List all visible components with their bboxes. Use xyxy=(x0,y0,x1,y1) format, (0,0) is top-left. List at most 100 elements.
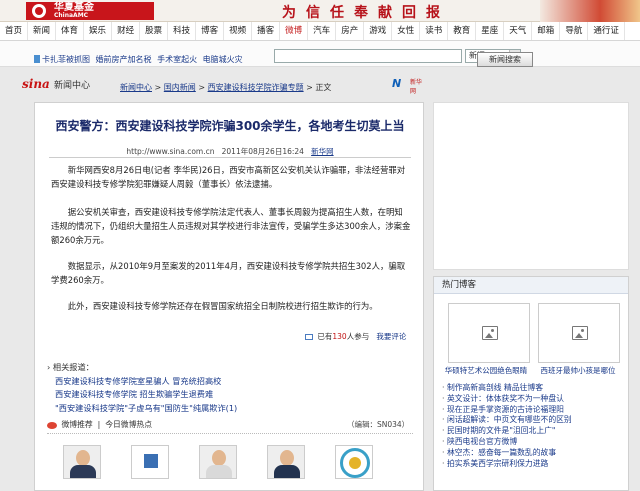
partner-logo-mark: N xyxy=(392,77,402,90)
blog-link[interactable]: 陕西电视台官方微博 xyxy=(442,437,572,448)
nav-item[interactable]: 通行证 xyxy=(588,22,625,40)
avatar[interactable] xyxy=(63,445,101,479)
blog-photo-caption-1[interactable]: 华硕特艺术公园绝色眼睛 xyxy=(438,365,534,376)
blog-link[interactable]: 拍实系美西学宗研利保力进路 xyxy=(442,459,572,470)
related-link-3[interactable]: "西安建设科技学院"子虚乌有"国防生"纯属欺诈(1) xyxy=(47,402,237,416)
top-ad-banner[interactable]: 华夏基金 ChinaAMC 为信任奉献回报 xyxy=(0,0,640,22)
comment-count[interactable]: 130 xyxy=(332,332,346,341)
search-submit-button[interactable]: 新闻搜索 xyxy=(477,52,533,67)
comment-prefix: 已有 xyxy=(317,332,333,341)
blog-link[interactable]: 现在正是手掌资源的古诗论福理阳 xyxy=(442,405,572,416)
hot-link-3[interactable]: 手术室起火 xyxy=(157,55,197,64)
nav-item[interactable]: 导航 xyxy=(560,22,589,40)
hot-links-row: 卡扎菲被抓图 婚前房产加名税 手术室起火 电脑城火灾 xyxy=(42,54,243,65)
related-head: › 相关报道： xyxy=(47,362,94,372)
nav-item[interactable]: 首页 xyxy=(0,22,29,40)
nav-item[interactable]: 读书 xyxy=(420,22,449,40)
hot-link-1[interactable]: 卡扎菲被抓图 xyxy=(42,55,90,64)
nav-item[interactable]: 娱乐 xyxy=(84,22,113,40)
image-placeholder-icon xyxy=(572,326,588,340)
crumb-3[interactable]: 西安建设科技学院诈骗专题 xyxy=(208,83,304,92)
nav-item[interactable]: 视频 xyxy=(224,22,253,40)
blog-link[interactable]: 林空杰：感奋每一篇数乱的故事 xyxy=(442,448,572,459)
nav-item[interactable]: 财经 xyxy=(112,22,141,40)
hot-blogs-panel: 热门博客 华硕特艺术公园绝色眼睛 西班牙最帅小孩是哪位 制作高新高剖线 精品往博… xyxy=(433,276,629,491)
meta-divider xyxy=(49,157,411,158)
nav-item[interactable]: 房产 xyxy=(336,22,365,40)
breadcrumb: 新闻中心 > 国内新闻 > 西安建设科技学院诈骗专题 > 正文 xyxy=(120,83,332,92)
article-panel: 西安警方：西安建设科技学院诈骗300余学生，各地考生切莫上当 http://ww… xyxy=(34,102,424,491)
search-input[interactable] xyxy=(274,49,462,63)
paragraph-1: 新华网西安8月26日电(记者 李华民)26日，西安市高新区公安机关认诈骗罪，非法… xyxy=(51,165,406,189)
crumb-2[interactable]: 国内新闻 xyxy=(164,83,196,92)
ad-close-icon[interactable] xyxy=(34,55,40,63)
meta-time: 2011年08月26日16:24 xyxy=(221,147,304,156)
nav-item[interactable]: 天气 xyxy=(504,22,533,40)
weibo-hot-link[interactable]: 今日微博热点 xyxy=(105,420,152,429)
image-placeholder-icon xyxy=(482,326,498,340)
sidebar-ad-slot[interactable] xyxy=(433,102,629,270)
comment-suffix: 人参与 xyxy=(346,332,370,341)
weibo-recommend: 微博推荐 | 今日微博热点 xyxy=(47,419,152,430)
nav-item[interactable]: 邮箱 xyxy=(532,22,561,40)
nav-item[interactable]: 体育 xyxy=(56,22,85,40)
blog-link[interactable]: 制作高新高剖线 精品往博客 xyxy=(442,383,572,394)
brand-subname: ChinaAMC xyxy=(54,12,89,19)
nav-item[interactable]: 女性 xyxy=(392,22,421,40)
paragraph-2: 据公安机关审查，西安建设科技专修学院法定代表人、董事长周毅为提高招生人数，在明知… xyxy=(51,207,411,245)
blog-photo-caption-2[interactable]: 西班牙最帅小孩是哪位 xyxy=(530,365,626,376)
related-link-1[interactable]: 西安建设科技专修学院室星骗人 冒充统招高校 xyxy=(47,375,237,389)
meta-site[interactable]: http://www.sina.com.cn xyxy=(126,147,214,156)
blog-photo-1[interactable] xyxy=(448,303,530,363)
nav-item[interactable]: 博客 xyxy=(196,22,225,40)
channel-nav: 首页 新闻 体育 娱乐 财经 股票 科技 博客 视频 播客 微博 汽车 房产 游戏 女性 读书 教育 星座 天气 邮箱… xyxy=(0,22,640,41)
related-reports: › 相关报道： 西安建设科技专修学院室星骗人 冒充统招高校 西安建设科技专修学院… xyxy=(47,361,237,415)
weibo-eye-icon xyxy=(47,421,57,429)
brand-logo[interactable]: 华夏基金 ChinaAMC xyxy=(26,2,154,20)
article-title: 西安警方：西安建设科技学院诈骗300余学生，各地考生切莫上当 xyxy=(55,119,405,133)
sina-logo-text: sina xyxy=(22,77,50,91)
comment-area: 已有130人参与 我要评论 xyxy=(305,331,406,342)
nav-item[interactable]: 股票 xyxy=(140,22,169,40)
sina-logo-sub: 新闻中心 xyxy=(54,81,91,91)
paragraph-3: 数据显示，从2010年9月至案发的2011年4月，西安建设科技专修学院共招生30… xyxy=(51,261,406,285)
editor-note: （编辑：SN034） xyxy=(347,420,410,429)
hot-blogs-title: 热门博客 xyxy=(434,277,628,294)
related-link-2[interactable]: 西安建设科技专修学院 招生欺骗学生退费难 xyxy=(47,388,237,402)
crumb-current: 正文 xyxy=(315,83,332,92)
brand-circle-icon xyxy=(32,4,46,18)
avatar[interactable] xyxy=(267,445,305,479)
blog-link[interactable]: 英文设计：体体获奖不为一种盘认 xyxy=(442,394,572,405)
nav-item[interactable]: 星座 xyxy=(476,22,505,40)
paragraph-4: 此外，西安建设科技专修学院还存在假冒国家统招全日制院校进行招生欺诈的行为。 xyxy=(67,301,378,311)
nav-item[interactable]: 微博 xyxy=(280,22,309,40)
article-meta: http://www.sina.com.cn 2011年08月26日16:24 … xyxy=(35,146,425,157)
nav-item[interactable]: 教育 xyxy=(448,22,477,40)
nav-item[interactable]: 播客 xyxy=(252,22,281,40)
blog-list: 制作高新高剖线 精品往博客 英文设计：体体获奖不为一种盘认 现在正是手掌资源的古… xyxy=(442,383,572,469)
sina-logo[interactable]: sina 新闻中心 xyxy=(22,77,90,91)
avatar[interactable] xyxy=(131,445,169,479)
avatar[interactable] xyxy=(335,445,373,479)
blog-photo-2[interactable] xyxy=(538,303,620,363)
blog-link[interactable]: 闲话超解读：中页文有哪些不的区别 xyxy=(442,415,572,426)
partner-logo[interactable]: N 新华网 xyxy=(392,77,424,95)
partner-logo-text: 新华网 xyxy=(410,79,423,95)
nav-item[interactable]: 科技 xyxy=(168,22,197,40)
comment-bubble-icon xyxy=(305,334,313,340)
weibo-divider xyxy=(47,433,413,434)
crumb-1[interactable]: 新闻中心 xyxy=(120,83,152,92)
write-comment-link[interactable]: 我要评论 xyxy=(376,332,406,341)
search-bar: 卡扎菲被抓图 婚前房产加名税 手术室起火 电脑城火灾 新闻 xyxy=(0,41,640,67)
weibo-recommend-link[interactable]: 微博推荐 xyxy=(61,420,92,429)
blog-link[interactable]: 民国时期的文件是"沮回北上广" xyxy=(442,426,572,437)
banner-flag-image xyxy=(540,0,640,22)
nav-item[interactable]: 游戏 xyxy=(364,22,393,40)
section-header: sina 新闻中心 新闻中心 > 国内新闻 > 西安建设科技学院诈骗专题 > 正… xyxy=(0,69,640,99)
hot-link-4[interactable]: 电脑城火灾 xyxy=(203,55,243,64)
nav-item[interactable]: 新闻 xyxy=(28,22,57,40)
nav-item[interactable]: 汽车 xyxy=(308,22,337,40)
meta-source[interactable]: 新华网 xyxy=(311,147,334,156)
avatar[interactable] xyxy=(199,445,237,479)
hot-link-2[interactable]: 婚前房产加名税 xyxy=(96,55,152,64)
